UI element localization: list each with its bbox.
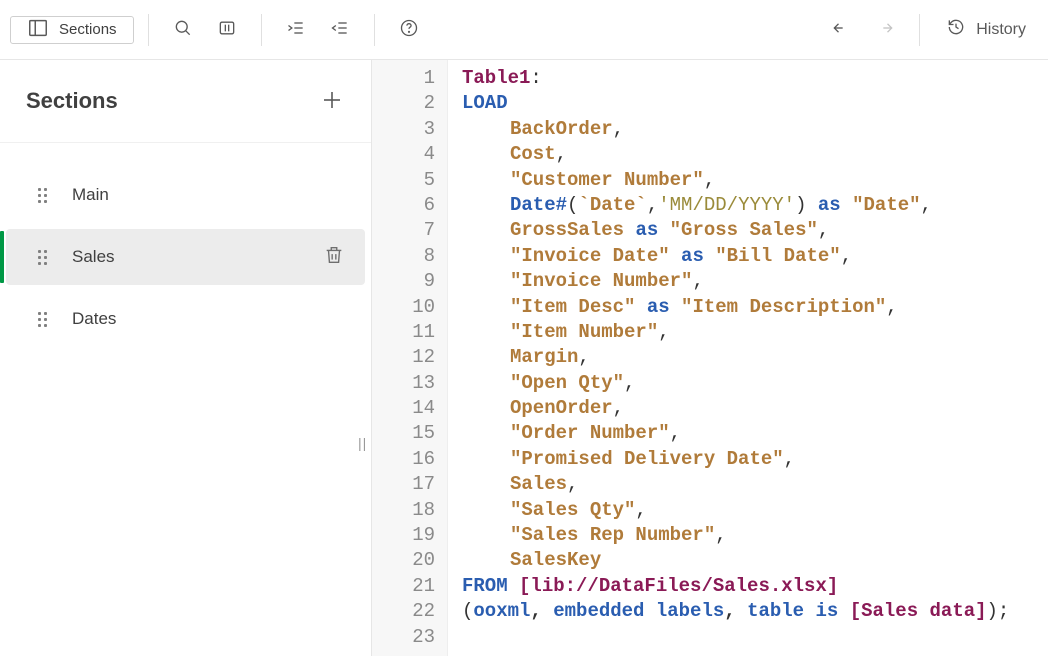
undo-icon [831,18,851,41]
section-label: Main [72,185,345,205]
search-icon [173,18,193,41]
splitter-handle[interactable]: || [358,435,367,451]
separator [374,14,375,46]
section-label: Sales [72,247,323,267]
add-section-button[interactable] [315,84,349,118]
help-icon [399,18,419,41]
section-item-main[interactable]: Main [6,167,365,223]
help-button[interactable] [389,10,429,50]
toolbar: Sections History [0,0,1048,60]
comment-button[interactable] [207,10,247,50]
sections-toggle-label: Sections [59,21,117,38]
sections-toggle-button[interactable]: Sections [10,16,134,44]
section-item-sales[interactable]: Sales [6,229,365,285]
delete-icon[interactable] [323,244,345,271]
main: Sections Main Sales Dates || 1234567891011… [0,60,1048,656]
redo-button[interactable] [865,10,905,50]
sidebar: Sections Main Sales Dates [0,60,372,656]
code-editor[interactable]: 1234567891011121314151617181920212223 Ta… [372,60,1048,656]
section-item-dates[interactable]: Dates [6,291,365,347]
toolbar-left: Sections [10,10,429,50]
redo-icon [875,18,895,41]
sidebar-header: Sections [0,60,371,143]
code-area[interactable]: Table1:LOADBackOrder,Cost,"Customer Numb… [448,60,1048,656]
indent-icon [286,18,306,41]
toolbar-right: History [821,10,1038,50]
sidebar-title: Sections [26,88,118,114]
plus-icon [320,88,344,115]
separator [261,14,262,46]
comment-icon [217,18,237,41]
panel-icon [27,17,49,43]
history-icon [946,17,966,42]
section-label: Dates [72,309,345,329]
indent-button[interactable] [276,10,316,50]
outdent-button[interactable] [320,10,360,50]
line-gutter: 1234567891011121314151617181920212223 [372,60,448,656]
separator [148,14,149,46]
history-button[interactable]: History [934,10,1038,50]
history-label: History [976,21,1026,39]
undo-button[interactable] [821,10,861,50]
search-button[interactable] [163,10,203,50]
outdent-icon [330,18,350,41]
section-list: Main Sales Dates [0,143,371,353]
separator [919,14,920,46]
